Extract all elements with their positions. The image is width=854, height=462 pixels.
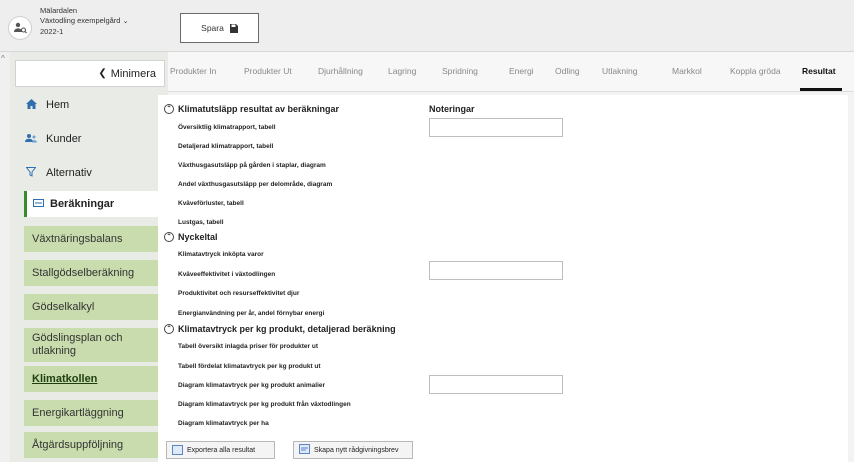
sub-item-stallgodselberakning[interactable]: Stallgödselberäkning — [24, 260, 165, 286]
sidebar-item-berakningar[interactable]: Beräkningar — [24, 191, 165, 217]
tab-djurhallning[interactable]: Djurhållning — [318, 66, 363, 76]
calculator-icon — [33, 198, 44, 210]
result-link[interactable]: Klimatavtryck inköpta varor — [178, 251, 264, 258]
section-header-nyckeltal[interactable]: ⌃ Nyckeltal — [164, 232, 218, 242]
sidebar-item-label: Hem — [46, 99, 70, 111]
result-link[interactable]: Översiktlig klimatrapport, tabell — [178, 124, 276, 131]
minimize-button[interactable]: ❮ Minimera — [15, 60, 165, 87]
section-title: Klimatutsläpp resultat av beräkningar — [178, 104, 340, 114]
sub-item-godselkalkyl[interactable]: Gödselkalkyl — [24, 294, 165, 320]
tab-koppla-groda[interactable]: Koppla gröda — [730, 66, 781, 76]
result-link[interactable]: Tabell översikt inlagda priser för produ… — [178, 343, 318, 350]
organization-icon[interactable] — [8, 16, 32, 40]
sub-item-klimatkollen[interactable]: Klimatkollen — [24, 366, 165, 392]
notes-heading: Noteringar — [429, 104, 475, 114]
sidebar-item-label: Kunder — [46, 133, 82, 145]
home-icon — [24, 98, 38, 112]
new-advice-letter-button[interactable]: Skapa nytt rådgivningsbrev — [293, 441, 413, 459]
tab-spridning[interactable]: Spridning — [442, 66, 478, 76]
collapse-icon[interactable]: ⌃ — [164, 232, 174, 242]
sidebar-item-label: Beräkningar — [50, 198, 115, 210]
tab-produkter-ut[interactable]: Produkter Ut — [244, 66, 292, 76]
active-tab-indicator — [800, 88, 842, 91]
minimize-label: Minimera — [110, 67, 156, 80]
org-year: 2022-1 — [40, 27, 64, 36]
section-title: Nyckeltal — [178, 232, 218, 242]
sub-item-godslingsplan[interactable]: Gödslingsplan och utlakning — [24, 328, 165, 362]
result-link[interactable]: Diagram klimatavtryck per kg produkt ani… — [178, 382, 325, 389]
tab-odling[interactable]: Odling — [555, 66, 580, 76]
export-label: Exportera alla resultat — [187, 446, 256, 454]
sub-item-atgardsuppfoljning[interactable]: Åtgärdsuppföljning — [24, 432, 165, 458]
organization-selector[interactable]: Mälardalen Växtodling exempelgård ⌄ 2022… — [40, 6, 128, 37]
sub-item-energikartlaggning[interactable]: Energikartläggning — [24, 400, 165, 426]
tab-lagring[interactable]: Lagring — [388, 66, 416, 76]
sub-item-vaxtnaringsbalans[interactable]: Växtnäringsbalans — [24, 226, 165, 252]
tab-utlakning[interactable]: Utlakning — [602, 66, 637, 76]
org-name: Mälardalen — [40, 6, 78, 15]
notes-field[interactable] — [429, 118, 563, 137]
tab-resultat[interactable]: Resultat — [802, 66, 836, 76]
tab-bar: Produkter In Produkter Ut Djurhållning L… — [168, 52, 854, 92]
result-link[interactable]: Växthusgasutsläpp på gården i staplar, d… — [178, 162, 326, 169]
sidebar-item-kunder[interactable]: Kunder — [24, 122, 164, 156]
export-icon — [172, 445, 183, 455]
sidebar-scrollbar[interactable]: ^ — [0, 52, 10, 462]
scroll-up-icon[interactable]: ^ — [1, 54, 5, 63]
result-link[interactable]: Lustgas, tabell — [178, 219, 224, 226]
collapse-icon[interactable]: ⌃ — [164, 324, 174, 334]
filter-icon — [24, 166, 38, 180]
section-header-klimatavtryck[interactable]: ⌃ Klimatavtryck per kg produkt, detaljer… — [164, 324, 396, 334]
notes-field[interactable] — [429, 375, 563, 394]
result-link[interactable]: Detaljerad klimatrapport, tabell — [178, 143, 273, 150]
section-header-klimatutslapp[interactable]: ⌃ Klimatutsläpp resultat av beräkningar — [164, 104, 339, 114]
result-link[interactable]: Energianvändning per år, andel förnybar … — [178, 310, 324, 317]
save-button[interactable]: Spara — [180, 13, 259, 43]
result-link[interactable]: Andel växthusgasutsläpp per delområde, d… — [178, 181, 332, 188]
chevron-left-icon: ❮ — [98, 68, 107, 79]
result-link[interactable]: Kväveeffektivitet i växtodlingen — [178, 271, 275, 278]
result-link[interactable]: Diagram klimatavtryck per ha — [178, 420, 269, 427]
save-icon — [229, 24, 238, 33]
tab-produkter-in[interactable]: Produkter In — [170, 66, 216, 76]
top-bar: Mälardalen Växtodling exempelgård ⌄ 2022… — [0, 0, 854, 52]
letter-label: Skapa nytt rådgivningsbrev — [314, 446, 399, 454]
section-title: Klimatavtryck per kg produkt, detaljerad… — [178, 324, 396, 334]
export-all-button[interactable]: Exportera alla resultat — [166, 441, 275, 459]
result-link[interactable]: Produktivitet och resurseffektivitet dju… — [178, 290, 299, 297]
farm-name: Växtodling exempelgård — [40, 16, 121, 25]
result-link[interactable]: Diagram klimatavtryck per kg produkt frå… — [178, 401, 351, 408]
users-icon — [24, 133, 38, 146]
chevron-down-icon: ⌄ — [122, 18, 129, 25]
sidebar-item-label: Alternativ — [46, 167, 92, 179]
tab-markkol[interactable]: Markkol — [672, 66, 702, 76]
tab-energi[interactable]: Energi — [509, 66, 534, 76]
result-link[interactable]: Tabell fördelat klimatavtryck per kg pro… — [178, 363, 321, 370]
sidebar-item-hem[interactable]: Hem — [24, 88, 164, 122]
collapse-icon[interactable]: ⌃ — [164, 104, 174, 114]
letter-icon — [299, 444, 310, 456]
save-label: Spara — [201, 23, 224, 33]
sidebar-item-alternativ[interactable]: Alternativ — [24, 156, 164, 190]
notes-field[interactable] — [429, 261, 563, 280]
result-link[interactable]: Kväveförluster, tabell — [178, 200, 244, 207]
